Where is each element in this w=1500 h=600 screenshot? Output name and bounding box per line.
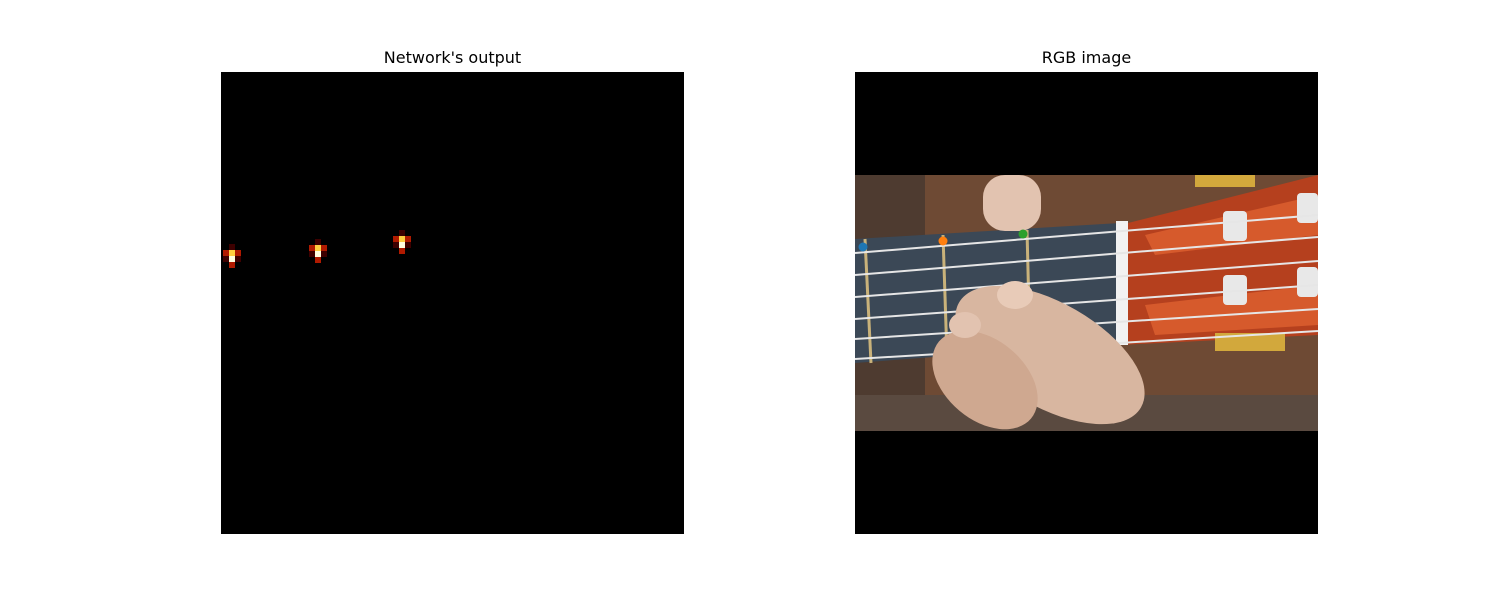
- keypoint-marker: [938, 236, 948, 246]
- keypoint-layer: [858, 229, 1028, 252]
- heatmap-peak-cell: [321, 251, 327, 257]
- keypoint-marker: [1018, 229, 1028, 239]
- rgb-image-title: RGB image: [1041, 48, 1132, 67]
- heatmap-peak-cell: [235, 256, 241, 262]
- keypoint-marker: [858, 242, 868, 252]
- heatmap-peak-cell: [315, 257, 321, 263]
- rgb-image-panel: [855, 72, 1318, 534]
- heatmap-title: Network's output: [383, 48, 522, 67]
- heatmap-peak-cell: [405, 242, 411, 248]
- heatmap-peak-cell: [229, 262, 235, 268]
- heatmap-peak-cell: [399, 248, 405, 254]
- network-output-heatmap: [221, 72, 684, 534]
